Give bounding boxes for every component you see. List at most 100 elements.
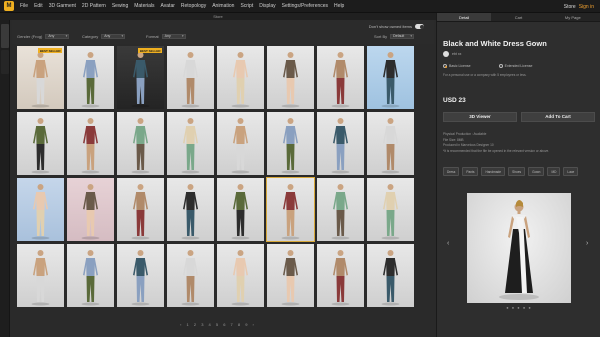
radio-extended-icon[interactable] [498,64,503,68]
garment-figure-icon [181,52,200,108]
product-tile[interactable] [167,112,214,175]
tag-lace[interactable]: Lace [563,167,579,176]
product-tile[interactable] [117,112,164,175]
product-tile[interactable] [17,244,64,307]
gender-select[interactable]: Any [45,34,70,39]
menu-avatar[interactable]: Avatar [161,3,175,9]
product-tile[interactable]: BEST SELLER [117,46,164,109]
left-rail [0,20,10,337]
toggle-switch-icon[interactable] [415,24,424,29]
tag-dress[interactable]: Dress [443,167,460,176]
product-tile[interactable] [367,178,414,241]
product-tile[interactable] [367,244,414,307]
garment-figure-icon [331,118,350,174]
product-tile[interactable] [267,46,314,109]
product-tile[interactable] [117,244,164,307]
garment-figure-icon [131,52,150,108]
license-extended-label: Extended License [504,64,533,68]
menu-script[interactable]: Script [240,3,253,9]
menu-file[interactable]: File [20,3,28,9]
product-tile[interactable] [317,46,364,109]
product-tile[interactable] [317,244,364,307]
menu-3d-garment[interactable]: 3D Garment [49,3,76,9]
menu-help[interactable]: Help [334,3,344,9]
garment-figure-icon [231,118,250,174]
license-basic[interactable]: Basic License [443,64,471,68]
pagination[interactable]: ‹ 1 2 3 4 5 6 7 8 9 › [0,322,436,327]
product-tile[interactable] [167,46,214,109]
md-logo-icon[interactable]: M [4,1,14,11]
garment-figure-icon [81,250,100,306]
product-grid: BEST SELLER BEST SELLER [17,46,417,307]
garment-figure-icon [381,52,400,108]
product-tile[interactable] [217,244,264,307]
menu-display[interactable]: Display [259,3,275,9]
license-extended[interactable]: Extended License [498,64,533,68]
garment-figure-icon [131,118,150,174]
tab-detail[interactable]: Detail [437,13,492,21]
menu-materials[interactable]: Materials [134,3,154,9]
garment-figure-icon [81,52,100,108]
menu-bar: M File Edit 3D Garment 2D Pattern Sewing… [0,0,600,13]
product-tile[interactable] [217,46,264,109]
gender-filter: Gender (Frog) Any [17,34,70,39]
category-select[interactable]: Any [101,34,126,39]
product-preview-image[interactable] [467,193,571,303]
product-tile[interactable] [267,244,314,307]
product-tile[interactable] [217,178,264,241]
tag-handmade[interactable]: Handmade [481,167,506,176]
garment-figure-icon [331,250,350,306]
menu-settings[interactable]: Settings/Preferences [282,3,328,9]
product-tile[interactable] [17,112,64,175]
menu-2d-pattern[interactable]: 2D Pattern [82,3,106,9]
product-tile[interactable] [317,112,364,175]
product-tile[interactable] [67,178,114,241]
tag-shoes[interactable]: Shoes [508,167,526,176]
product-tile[interactable] [167,178,214,241]
tab-my-page[interactable]: My Page [546,13,600,21]
author-row[interactable]: ebt xx [443,51,461,57]
radio-basic-icon[interactable] [443,64,447,68]
garment-figure-icon [381,184,400,240]
tag-md[interactable]: MD [547,167,561,176]
product-tile[interactable] [317,178,364,241]
garment-figure-icon [281,52,300,108]
product-tile[interactable] [67,112,114,175]
menu-retopology[interactable]: Retopology [181,3,206,9]
add-to-cart-button[interactable]: Add To Cart [521,112,595,122]
product-tile[interactable] [167,244,214,307]
product-tile[interactable] [266,177,315,242]
tag-list: Dress Pants Handmade Shoes Gown MD Lace [443,167,579,176]
sign-in-link[interactable]: Sign in [579,4,594,10]
garment-figure-icon [281,184,300,240]
sort-select[interactable]: Default [390,34,415,39]
avatar[interactable] [443,51,449,57]
menu-sewing[interactable]: Sewing [112,3,128,9]
license-basic-label: Basic License [449,64,471,68]
product-tile[interactable] [217,112,264,175]
format-select[interactable]: Any [161,34,186,39]
product-tile[interactable] [67,46,114,109]
tag-gown[interactable]: Gown [528,167,545,176]
rail-tab-library[interactable] [1,50,9,74]
chevron-left-icon[interactable]: ‹ [447,240,449,247]
product-tile[interactable] [67,244,114,307]
product-tile[interactable] [367,46,414,109]
menu-animation[interactable]: Animation [212,3,234,9]
product-tile[interactable] [117,178,164,241]
3d-viewer-button[interactable]: 3D Viewer [443,112,517,122]
tab-cart[interactable]: Cart [491,13,545,21]
menu-edit[interactable]: Edit [34,3,43,9]
carousel-dots[interactable]: ● ● ● ● ● [437,305,600,310]
rail-tab-store[interactable] [1,24,9,48]
product-tile[interactable] [367,112,414,175]
product-tile[interactable] [17,178,64,241]
author-name[interactable]: ebt xx [452,52,461,56]
product-tile[interactable]: BEST SELLER [17,46,64,109]
garment-figure-icon [31,184,50,240]
garment-figure-icon [231,184,250,240]
chevron-right-icon[interactable]: › [586,240,588,247]
product-title: Black and White Dress Gown [443,39,547,48]
tag-pants[interactable]: Pants [462,167,479,176]
product-tile[interactable] [267,112,314,175]
